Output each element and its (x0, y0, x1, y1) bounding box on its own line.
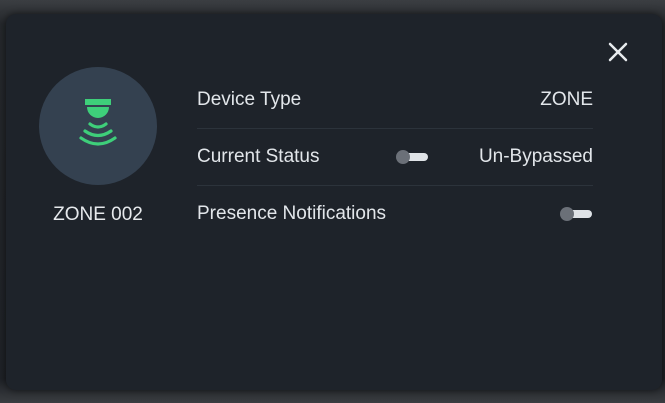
presence-notifications-toggle[interactable] (560, 207, 593, 221)
device-type-label: Device Type (197, 89, 302, 110)
current-status-value: Un-Bypassed (478, 146, 593, 167)
close-button[interactable] (604, 38, 632, 66)
bypass-toggle[interactable] (396, 150, 429, 164)
presence-notifications-row: Presence Notifications (197, 186, 593, 242)
presence-notifications-toggle-knob (560, 207, 574, 221)
presence-notifications-label: Presence Notifications (197, 203, 387, 224)
bypass-toggle-knob (396, 150, 410, 164)
device-avatar (39, 67, 157, 185)
current-status-label: Current Status (197, 146, 320, 167)
device-name: ZONE 002 (53, 204, 143, 225)
device-type-value: ZONE (540, 89, 593, 110)
close-icon (608, 42, 628, 62)
current-status-row: Current Status Un-Bypassed (197, 129, 593, 186)
device-type-row: Device Type ZONE (197, 72, 593, 129)
presence-sensor-icon (79, 99, 117, 146)
